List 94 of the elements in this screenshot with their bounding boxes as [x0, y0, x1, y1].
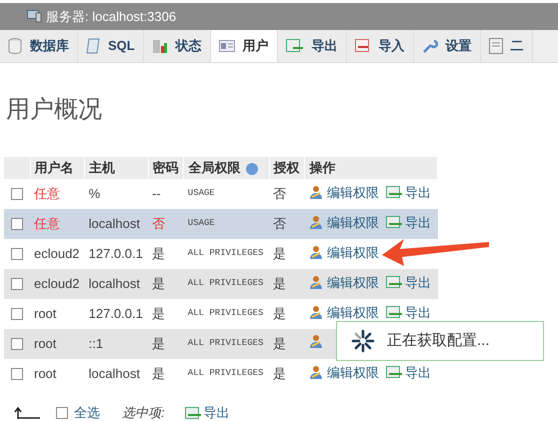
column-header: 操作	[304, 157, 438, 179]
export-icon	[286, 39, 304, 53]
select-all-label[interactable]: 全选	[74, 403, 100, 421]
user-edit-icon	[308, 244, 324, 260]
row-checkbox[interactable]	[11, 218, 23, 230]
table-cell: 否	[269, 179, 305, 209]
export-link[interactable]: 导出	[404, 212, 431, 232]
edit-privileges-link[interactable]: 编辑权限	[326, 212, 379, 232]
document-icon	[488, 38, 503, 54]
export-icon	[386, 276, 402, 288]
column-header: 主机	[84, 157, 148, 179]
table-cell: localhost	[84, 209, 148, 239]
edit-privileges-link[interactable]: 编辑权限	[326, 362, 379, 382]
table-row[interactable]: 任意 % -- USAGE 否 编辑权限 导出	[4, 179, 438, 209]
row-checkbox[interactable]	[11, 308, 23, 320]
import-icon	[354, 39, 371, 53]
nav-tab[interactable]: 用户	[210, 30, 278, 62]
export-link[interactable]: 导出	[404, 182, 431, 202]
spinner-icon	[351, 329, 375, 353]
table-cell: 是	[148, 269, 184, 299]
table-cell: 是	[269, 329, 305, 359]
table-cell: 是	[269, 299, 305, 329]
table-cell: USAGE	[184, 209, 270, 239]
table-cell: ALL PRIVILEGES	[184, 299, 270, 329]
window-title: 服务器: localhost:3306	[46, 8, 176, 26]
table-cell: root	[30, 359, 85, 389]
edit-privileges-link[interactable]: 编辑权限	[326, 272, 379, 292]
table-cell: 是	[148, 359, 184, 389]
table-cell: 127.0.0.1	[84, 239, 148, 269]
table-cell: root	[30, 299, 85, 329]
export-icon	[184, 406, 201, 419]
database-icon	[8, 38, 22, 54]
user-edit-icon	[308, 364, 324, 380]
table-cell: 是	[148, 239, 184, 269]
table-cell: localhost	[84, 269, 148, 299]
table-cell: ::1	[84, 329, 148, 359]
table-cell: 是	[269, 239, 305, 269]
column-header: 全局权限	[184, 157, 270, 179]
table-cell: ALL PRIVILEGES	[184, 359, 270, 389]
export-link[interactable]: 导出	[404, 302, 431, 322]
table-cell: %	[84, 179, 148, 209]
table-cell: USAGE	[184, 179, 270, 209]
export-link[interactable]: 导出	[404, 272, 431, 292]
table-cell: 任意	[30, 209, 85, 239]
id-card-icon	[218, 40, 235, 52]
user-edit-icon	[308, 184, 324, 200]
row-checkbox[interactable]	[11, 188, 23, 200]
table-cell: ALL PRIVILEGES	[184, 329, 270, 359]
user-edit-icon	[308, 214, 324, 230]
user-edit-icon	[308, 274, 324, 290]
table-cell: 是	[148, 329, 184, 359]
user-edit-icon	[308, 304, 324, 320]
export-link[interactable]: 导出	[204, 403, 230, 421]
table-cell: 是	[269, 269, 305, 299]
table-cell: 是	[269, 359, 305, 389]
table-cell: root	[30, 329, 85, 359]
scroll-icon	[86, 38, 100, 54]
with-selected-label: 选中项:	[122, 404, 165, 421]
column-header: 授权	[269, 157, 305, 179]
page-heading: 用户概况	[6, 95, 103, 125]
server-icon	[27, 10, 42, 23]
table-cell: ALL PRIVILEGES	[184, 269, 270, 299]
user-edit-icon	[308, 334, 324, 349]
edit-privileges-link[interactable]: 编辑权限	[326, 302, 379, 322]
column-header: 用户名	[30, 157, 85, 179]
row-checkbox[interactable]	[11, 368, 23, 380]
export-icon	[386, 216, 402, 228]
export-icon	[386, 306, 402, 318]
row-checkbox[interactable]	[11, 278, 23, 290]
row-checkbox[interactable]	[11, 248, 23, 260]
table-cell: 否	[148, 209, 184, 239]
export-icon	[386, 366, 402, 378]
table-cell: ALL PRIVILEGES	[184, 239, 270, 269]
table-cell: localhost	[84, 359, 148, 389]
table-cell: --	[148, 179, 184, 209]
edit-privileges-link[interactable]: 编辑权限	[326, 182, 379, 202]
row-checkbox[interactable]	[11, 338, 23, 350]
wrench-icon	[422, 38, 438, 54]
select-all-checkbox[interactable]	[56, 406, 68, 419]
table-cell: 任意	[30, 179, 85, 209]
edit-privileges-link[interactable]: 编辑权限	[326, 242, 379, 262]
table-cell: ecloud2	[30, 269, 85, 299]
export-link[interactable]: 导出	[404, 362, 431, 382]
chart-icon	[152, 38, 168, 54]
up-arrow-icon	[14, 406, 40, 419]
table-cell: 是	[148, 299, 184, 329]
table-cell: 127.0.0.1	[84, 299, 148, 329]
table-cell: ecloud2	[30, 239, 85, 269]
export-icon	[386, 186, 402, 198]
column-header: 密码	[148, 157, 184, 179]
table-cell: 否	[269, 209, 305, 239]
table-row[interactable]: root 127.0.0.1 是 ALL PRIVILEGES 是 编辑权限 导出	[4, 299, 438, 329]
table-row[interactable]: ecloud2 127.0.0.1 是 ALL PRIVILEGES 是 编辑权限	[4, 239, 438, 269]
info-icon	[246, 162, 258, 175]
